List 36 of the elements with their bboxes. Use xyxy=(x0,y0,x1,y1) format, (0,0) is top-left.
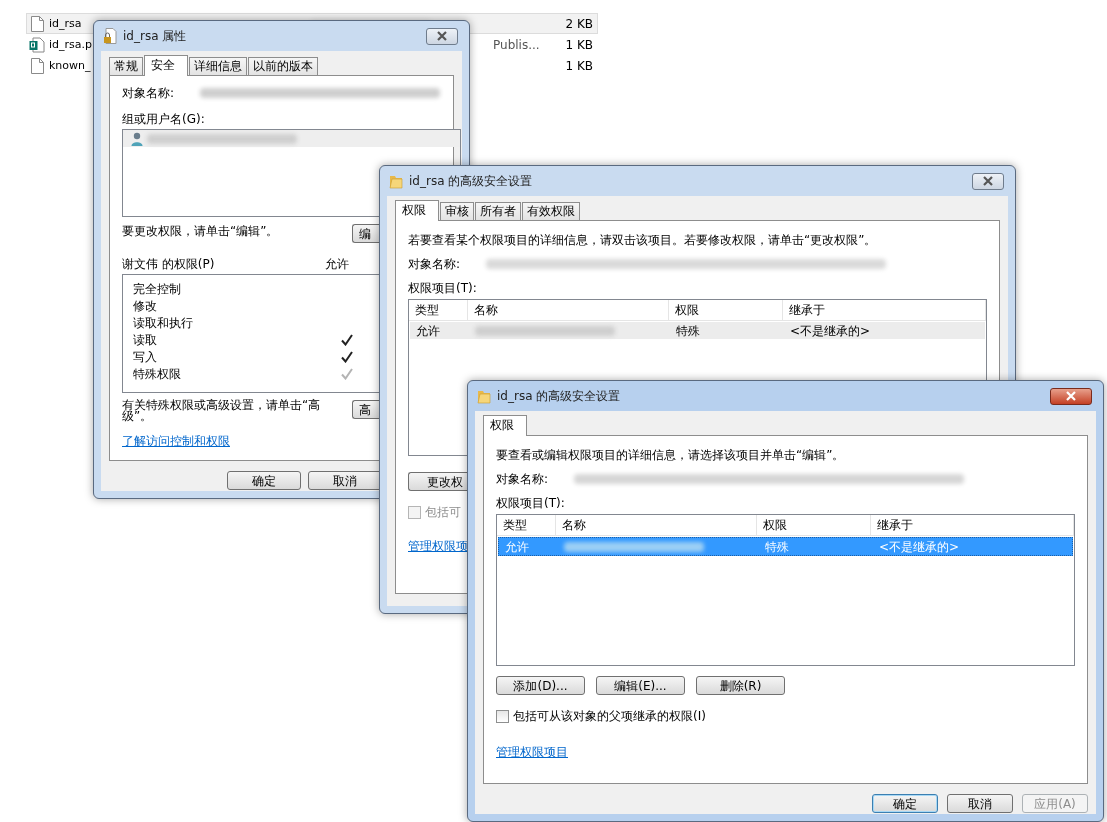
field-label: 谢文伟 的权限(P) xyxy=(122,257,216,271)
file-size: 2 KB xyxy=(564,16,594,31)
file-name: known_ xyxy=(49,58,92,73)
table-cell-text: 允许 xyxy=(504,539,530,554)
file-size: 1 KB xyxy=(564,58,594,73)
table-cell-text: <不是继承的> xyxy=(878,539,961,554)
table-cell-text: 特殊 xyxy=(675,323,701,338)
hint-text: 有关特殊权限或高级设置，请单击“高级”。 xyxy=(122,400,322,422)
field-label: 对象名称: xyxy=(408,257,461,271)
field-label: 对象名称: xyxy=(122,86,175,100)
table-cell-text: 特殊 xyxy=(764,539,790,554)
file-size: 1 KB xyxy=(564,37,594,52)
file-name: id_rsa.p xyxy=(49,37,93,52)
permission-name: 特殊权限 xyxy=(133,366,182,381)
column-header: 允许 xyxy=(325,257,349,271)
file-name: id_rsa xyxy=(49,16,83,31)
field-label: 组或用户名(G): xyxy=(122,112,206,126)
permission-name: 读取 xyxy=(133,332,158,347)
field-label: 权限项目(T): xyxy=(408,281,478,295)
table-cell-text: 允许 xyxy=(415,323,441,338)
window-title: id_rsa 的高级安全设置 xyxy=(497,389,622,403)
field-label: 对象名称: xyxy=(496,472,549,486)
window-title: id_rsa 属性 xyxy=(123,29,188,43)
hint-text: 若要查看某个权限项目的详细信息，请双击该项目。若要修改权限，请单击“更改权限”。 xyxy=(408,233,878,247)
checkbox-label: 包括可 xyxy=(425,505,461,519)
hint-text: 要查看或编辑权限项目的详细信息，请选择该项目并单击“编辑”。 xyxy=(496,448,846,462)
table-cell-text: <不是继承的> xyxy=(789,323,872,338)
hint-text: 要更改权限，请单击“编辑”。 xyxy=(122,224,280,238)
permission-name: 修改 xyxy=(133,298,158,313)
permission-name: 写入 xyxy=(133,349,158,364)
window-title: id_rsa 的高级安全设置 xyxy=(409,174,534,188)
field-label: 权限项目(T): xyxy=(496,496,566,510)
permission-name: 读取和执行 xyxy=(133,315,194,330)
checkbox-label: 包括可从该对象的父项继承的权限(I) xyxy=(513,709,706,723)
file-type: Publis... xyxy=(493,37,541,52)
permission-name: 完全控制 xyxy=(133,281,182,296)
